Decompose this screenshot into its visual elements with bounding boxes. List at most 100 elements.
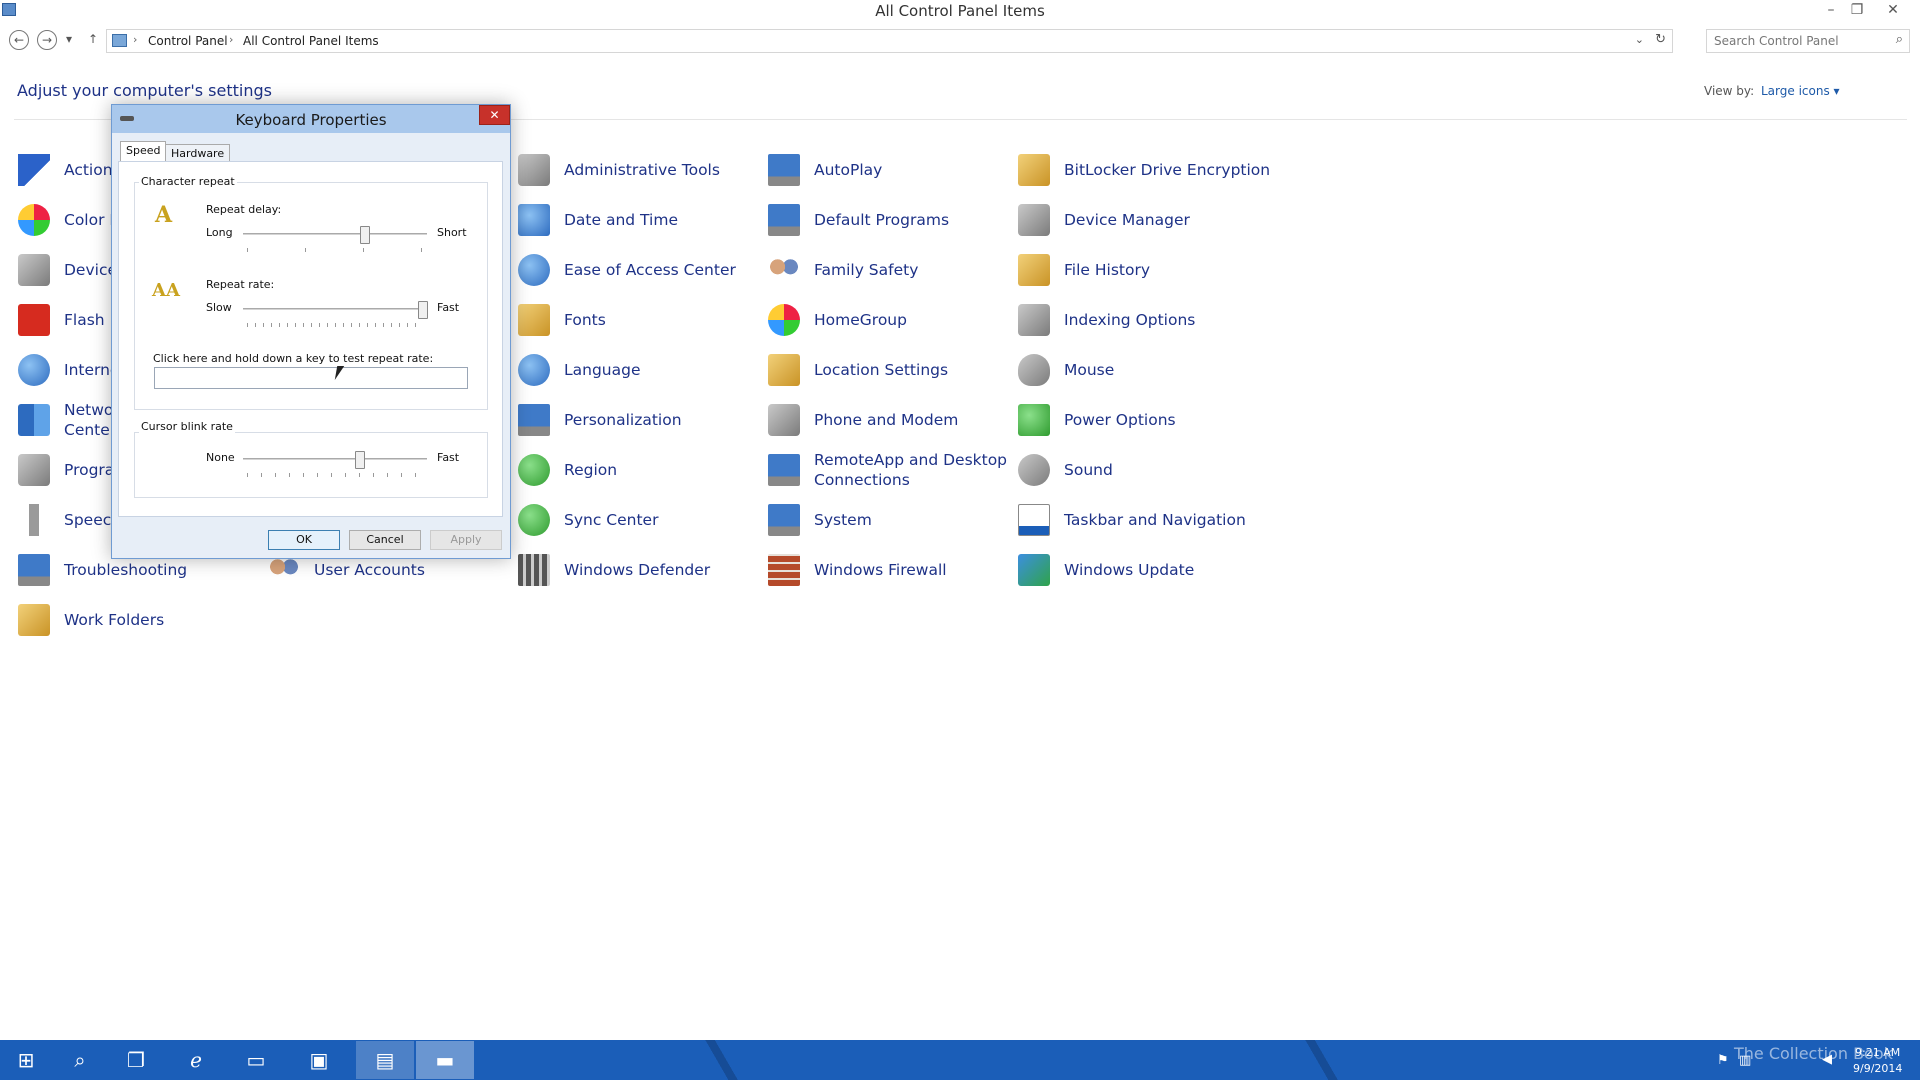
work-folders-icon [18,604,50,636]
test-repeat-input[interactable] [154,367,468,389]
ok-button[interactable]: OK [268,530,340,550]
internet-explorer-icon[interactable]: ℯ [170,1041,222,1079]
control-panel-icon [112,34,127,47]
item-autoplay[interactable]: AutoPlay [768,150,882,190]
item-label: Sound [1064,461,1113,479]
item-family-safety[interactable]: Family Safety [768,250,918,290]
tab-hardware[interactable]: Hardware [165,144,231,162]
item-date-time[interactable]: Date and Time [518,200,678,240]
item-region[interactable]: Region [518,450,617,490]
item-flash-player[interactable]: Flash P [18,300,119,340]
forward-button[interactable]: → [37,30,57,50]
repeat-rate-slider[interactable] [243,308,427,310]
back-button[interactable]: ← [9,30,29,50]
breadcrumb-separator-icon[interactable]: › [133,33,137,46]
item-work-folders[interactable]: Work Folders [18,600,164,640]
item-remoteapp[interactable]: RemoteApp and Desktop Connections [768,450,1007,490]
flash-player-icon [18,304,50,336]
item-language[interactable]: Language [518,350,641,390]
language-icon [518,354,550,386]
address-bar[interactable]: › Control Panel › All Control Panel Item… [106,29,1673,53]
item-label: User Accounts [314,561,425,579]
restore-button[interactable]: ❐ [1844,0,1870,20]
sync-icon [518,504,550,536]
item-devices-printers[interactable]: Devices [18,250,125,290]
item-bitlocker[interactable]: BitLocker Drive Encryption [1018,150,1270,190]
item-personalization[interactable]: Personalization [518,400,682,440]
repeat-rate-slider-thumb[interactable] [418,301,428,319]
breadcrumb-separator-icon[interactable]: › [229,33,233,46]
dialog-close-button[interactable]: ✕ [479,105,510,125]
close-button[interactable]: ✕ [1880,0,1906,20]
task-view-icon[interactable]: ❐ [110,1041,162,1079]
item-default-programs[interactable]: Default Programs [768,200,949,240]
item-homegroup[interactable]: HomeGroup [768,300,907,340]
item-taskbar-navigation[interactable]: Taskbar and Navigation [1018,500,1246,540]
item-programs-features[interactable]: Progra [18,450,114,490]
keyboard-taskbar-icon[interactable]: ▬ [416,1041,474,1079]
refresh-icon[interactable]: ↻ [1655,32,1666,47]
repeat-delay-slider-thumb[interactable] [359,226,370,244]
network-tray-icon[interactable]: ▥ [1739,1053,1751,1068]
item-fonts[interactable]: Fonts [518,300,606,340]
item-windows-defender[interactable]: Windows Defender [518,550,710,590]
system-icon [768,504,800,536]
cancel-button[interactable]: Cancel [349,530,421,550]
wallpaper-stripe [700,1040,740,1080]
cursor-blink-slider[interactable] [243,458,427,460]
start-icon[interactable]: ⊞ [0,1041,52,1079]
color-management-icon [18,204,50,236]
location-icon [768,354,800,386]
breadcrumb-control-panel[interactable]: Control Panel [148,34,228,48]
item-windows-firewall[interactable]: Windows Firewall [768,550,947,590]
search-icon[interactable]: ⌕ [54,1041,106,1079]
item-internet-options[interactable]: Interne [18,350,119,390]
item-label: Mouse [1064,361,1115,379]
item-system[interactable]: System [768,500,872,540]
item-sound[interactable]: Sound [1018,450,1113,490]
tab-speed[interactable]: Speed [120,141,167,163]
clock-date[interactable]: 9/9/2014 [1853,1062,1902,1075]
dialog-titlebar[interactable]: Keyboard Properties [112,105,510,133]
cursor-blink-slider-thumb[interactable] [354,451,365,469]
store-icon[interactable]: ▣ [293,1041,345,1079]
item-administrative-tools[interactable]: Administrative Tools [518,150,720,190]
apply-button[interactable]: Apply [430,530,502,550]
control-panel-taskbar-icon[interactable]: ▤ [356,1041,414,1079]
defender-icon [518,554,550,586]
repeat-rate-ticks [247,323,423,327]
search-input[interactable]: Search Control Panel ⌕ [1706,29,1910,53]
address-dropdown-icon[interactable]: ⌄ [1635,33,1644,46]
file-explorer-icon[interactable]: ▭ [230,1041,282,1079]
item-phone-modem[interactable]: Phone and Modem [768,400,958,440]
clock-time[interactable]: 9:21 AM [1855,1046,1900,1059]
item-network-sharing[interactable]: Networ Center [18,400,120,440]
wallpaper-stripe [1300,1040,1340,1080]
breadcrumb-all-items[interactable]: All Control Panel Items [243,34,379,48]
item-indexing-options[interactable]: Indexing Options [1018,300,1195,340]
repeat-delay-slider[interactable] [243,233,427,235]
item-power-options[interactable]: Power Options [1018,400,1176,440]
item-windows-update[interactable]: Windows Update [1018,550,1194,590]
search-icon[interactable]: ⌕ [1896,32,1903,47]
up-arrow-icon[interactable]: ↑ [88,32,98,46]
view-by-dropdown[interactable]: Large icons ▾ [1761,84,1840,98]
volume-tray-icon[interactable]: ◀ [1822,1052,1832,1067]
item-device-manager[interactable]: Device Manager [1018,200,1190,240]
item-label: Indexing Options [1064,311,1196,329]
item-sync-center[interactable]: Sync Center [518,500,658,540]
item-location-settings[interactable]: Location Settings [768,350,948,390]
item-color-management[interactable]: Color M [18,200,123,240]
flag-tray-icon[interactable]: ⚑ [1717,1053,1729,1068]
item-mouse[interactable]: Mouse [1018,350,1114,390]
item-ease-of-access[interactable]: Ease of Access Center [518,250,736,290]
recent-locations-icon[interactable]: ▾ [66,32,72,46]
item-file-history[interactable]: File History [1018,250,1150,290]
minimize-button[interactable]: – [1818,0,1844,20]
item-speech[interactable]: Speech [18,500,121,540]
repeat-delay-long-label: Long [206,226,233,239]
item-label: BitLocker Drive Encryption [1064,161,1271,179]
item-label: Windows Defender [564,561,711,579]
item-action-center[interactable]: Action [18,150,113,190]
item-label: File History [1064,261,1151,279]
